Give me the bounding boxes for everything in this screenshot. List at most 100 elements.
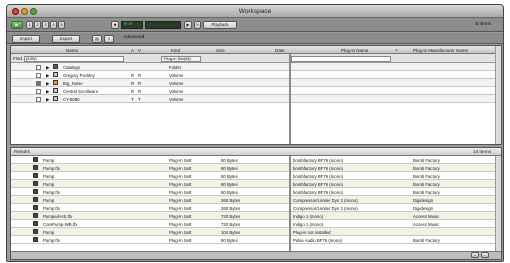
setting-file-icon [33,213,38,218]
cell-maker: Digidesign [413,197,434,203]
view-2-button[interactable]: 2 [34,21,41,29]
list-item[interactable]: ▶ Catalogs Folder [11,63,501,71]
volume-icon [53,96,58,101]
table-row[interactable]: Pump.tfx Plug-In Sett 260 Bytes Compressor/… [11,204,501,212]
table-row[interactable]: Pump.tfx Plug-In Sett 80 Bytes Pulse Audio … [11,236,501,244]
cell-plugin: Indigo 1 (mono) [293,213,324,219]
pane-divider[interactable] [289,156,291,251]
table-row[interactable]: Pump Plug-In Sett 104 Bytes Plug-in not ins… [11,228,501,236]
cell-size: 80 Bytes [221,165,238,171]
list-item[interactable]: ▶ Gregory Pockley R R Volume [11,71,501,79]
disclosure-triangle-icon[interactable]: ▶ [46,81,49,87]
row-kind: Volume [169,80,184,86]
row-a: R [131,88,135,94]
col-name[interactable]: Name [66,48,78,53]
setting-file-icon [33,237,38,242]
find-input[interactable]: pump [24,55,124,62]
disclosure-triangle-icon[interactable]: ▶ [46,97,49,103]
cell-kind: Plug-In Sett [169,157,192,163]
top-vertical-scrollbar[interactable] [495,46,501,144]
view-3-button[interactable]: 3 [42,21,49,29]
table-row[interactable]: Pump Plug-In Sett 80 Bytes bombfactory BF76… [11,180,501,188]
results-count: 14 items [472,149,491,155]
setting-file-icon [33,189,38,194]
cell-plugin: bombfactory BF76 (mono) [293,157,343,163]
table-row[interactable]: Pumped-HS.tfx Plug-In Sett 720 Bytes Indigo… [11,212,501,220]
loop-button[interactable]: ↻ [194,21,201,29]
cell-size: 80 Bytes [221,181,238,187]
row-name: Gregory Pockley [63,72,95,78]
table-row[interactable]: Pump Plug-In Sett 80 Bytes bombfactory BF76… [11,156,501,164]
cell-plugin: bombfactory BF76 (mono) [293,165,343,171]
row-name: Catalogs [63,64,80,70]
cell-maker: Bomb Factory [413,165,440,171]
col-v[interactable]: V [138,48,141,53]
options-menu-button[interactable]: ≡ [104,35,114,43]
top-rows: ▶ Catalogs Folder ▶ Gregory Pockley R R … [11,63,501,105]
row-checkbox[interactable] [36,64,41,70]
disclosure-triangle-icon[interactable]: ▶ [46,65,49,71]
cell-maker: Access Music [413,221,440,227]
play-button[interactable]: ▶ [184,21,192,29]
setting-file-icon [33,173,38,178]
table-row[interactable]: ComPump-WB.tfx Plug-In Sett 720 Bytes Indig… [11,220,501,228]
view-1-button[interactable]: 1 [26,21,33,29]
folder-icon [53,64,58,69]
col-unknown[interactable]: ? [395,48,398,53]
row-a: R [131,72,135,78]
col-plugin-manufacturer[interactable]: Plug-in Manufacturer Name [413,48,468,53]
view-menu-button[interactable]: ▤ [92,35,102,43]
cell-name: Pump.tfx [43,189,60,195]
stop-button[interactable]: ■ [111,21,119,29]
playback-button[interactable]: Playback [203,21,237,29]
cell-size: 80 Bytes [221,157,238,163]
lcd-display: 0.0 [121,21,143,29]
cell-name: Pump [43,229,55,235]
cell-name: Pump.tfx [43,205,60,211]
add-button[interactable]: + [471,252,479,258]
toolbar: ▶ 1 2 3 4 5 ■ 0.0 ▶ ↻ Playback 5 items [7,18,503,32]
export-button[interactable]: Export [52,35,80,43]
cell-size: 104 Bytes [221,229,241,235]
row-checkbox[interactable] [36,88,41,94]
list-item[interactable]: ▶ Central Scrollware R R Volume [11,87,501,95]
results-vertical-scrollbar[interactable] [495,156,501,251]
table-row[interactable]: Pump Plug-In Sett 80 Bytes bombfactory BF76… [11,172,501,180]
plugin-find-input[interactable] [291,55,391,62]
col-a[interactable]: A [131,48,134,53]
cell-maker: Digidesign [413,205,434,211]
row-kind: Folder [169,64,182,70]
cell-kind: Plug-In Sett [169,205,192,211]
table-row[interactable]: Pump.tfx Plug-In Sett 80 Bytes bombfactory … [11,164,501,172]
advanced-label[interactable]: Advanced [123,35,144,40]
cell-name: Pump [43,173,55,179]
row-checkbox[interactable] [36,96,41,102]
import-button[interactable]: Import [12,35,40,43]
row-checkbox[interactable] [36,72,41,78]
row-checkbox-checked[interactable] [36,80,41,86]
col-kind[interactable]: Kind [171,48,180,53]
cell-name: Pump [43,157,55,163]
results-pane: Results 14 items Pump Plug-In Sett 80 Byte… [10,147,502,260]
browse-button[interactable]: ▶ [11,21,23,29]
disclosure-triangle-icon[interactable]: ▶ [46,73,49,79]
disclosure-triangle-icon[interactable]: ▶ [46,89,49,95]
row-a: T [131,96,134,102]
table-row[interactable]: Pump.tfx Plug-In Sett 80 Bytes bombfactory … [11,188,501,196]
col-size[interactable]: Size [216,48,225,53]
list-item[interactable]: ▶ CY-8080 T T Volume [11,95,501,103]
setting-file-icon [33,229,38,234]
list-item[interactable]: ▶ Big_Noise R R Volume [11,79,501,87]
pane-divider[interactable] [289,54,291,144]
setting-file-icon [33,181,38,186]
cell-kind: Plug-In Sett [169,221,192,227]
cell-size: 80 Bytes [221,237,238,243]
view-4-button[interactable]: 4 [50,21,57,29]
secondary-toolbar: Import Export ▤ ≡ Advanced [7,33,503,44]
find-field-select[interactable]: Plug-in Set(All) [161,55,201,62]
col-date[interactable]: Date [275,48,285,53]
view-5-button[interactable]: 5 [58,21,65,29]
table-row[interactable]: Pump Plug-In Sett 260 Bytes Compressor/Limi… [11,196,501,204]
col-plugin-name[interactable]: Plug-in Name [341,48,368,53]
remove-button[interactable]: − [481,252,489,258]
